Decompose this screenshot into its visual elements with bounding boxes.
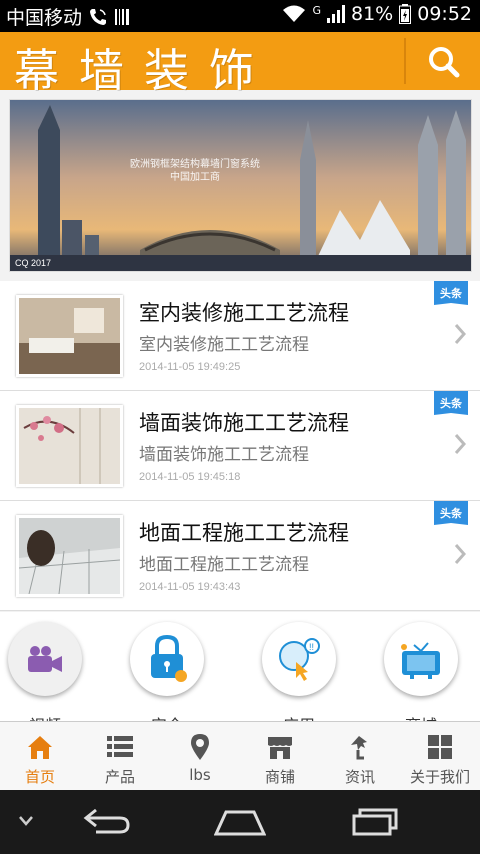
status-bar: 中国移动 G 81% 09:52 [0, 0, 480, 32]
news-thumbnail [16, 295, 123, 377]
chevron-down-icon[interactable] [18, 815, 34, 827]
lock-icon [151, 634, 187, 682]
skyline-image: CQ 2017 [10, 100, 471, 271]
quick-link-apps[interactable]: !! [262, 622, 336, 696]
banner-caption: 欧洲钢框架结构幕墙门窗系统 中国加工商 [130, 159, 260, 183]
network-type: G [312, 3, 321, 17]
header-divider [404, 38, 406, 84]
news-subtitle: 室内装修施工工艺流程 [139, 335, 309, 355]
signal-icon [327, 5, 345, 23]
store-icon [268, 737, 292, 759]
news-subtitle: 墙面装饰施工工艺流程 [139, 445, 309, 465]
quick-link-video[interactable] [8, 622, 82, 696]
news-thumbnail [16, 515, 123, 597]
battery-percent: 81% [351, 3, 394, 25]
barcode-icon [115, 8, 130, 25]
back-icon[interactable] [82, 806, 132, 836]
news-item[interactable]: 墙面装饰施工工艺流程 墙面装饰施工工艺流程 2014-11-05 19:45:1… [0, 391, 480, 501]
chevron-right-icon [454, 544, 466, 564]
mouse-icon: !! [279, 638, 320, 681]
grid-icon [428, 735, 452, 759]
news-list: 室内装修施工工艺流程 室内装修施工工艺流程 2014-11-05 19:49:2… [0, 281, 480, 611]
search-icon [429, 47, 460, 78]
news-title: 墙面装饰施工工艺流程 [139, 411, 349, 435]
tv-icon [401, 642, 440, 679]
quick-links: 视频 安全 !! 应用 商城 [0, 612, 480, 722]
quick-link-security[interactable] [130, 622, 204, 696]
news-item[interactable]: 室内装修施工工艺流程 室内装修施工工艺流程 2014-11-05 19:49:2… [0, 281, 480, 391]
carrier-name: 中国移动 [6, 7, 83, 29]
chevron-right-icon [454, 434, 466, 454]
news-item[interactable]: 地面工程施工工艺流程 地面工程施工工艺流程 2014-11-05 19:43:4… [0, 501, 480, 611]
news-icon [351, 736, 367, 760]
news-timestamp: 2014-11-05 19:43:43 [139, 581, 241, 593]
svg-text:CQ 2017: CQ 2017 [15, 258, 51, 268]
wifi-icon [283, 5, 306, 22]
news-subtitle: 地面工程施工工艺流程 [139, 555, 309, 575]
home-icon [28, 736, 52, 759]
tab-news[interactable]: 资讯 [320, 722, 400, 791]
system-nav-bar [0, 790, 480, 854]
search-button[interactable] [420, 40, 468, 84]
news-thumbnail [16, 405, 123, 487]
location-pin-icon [191, 734, 209, 760]
news-timestamp: 2014-11-05 19:45:18 [139, 471, 241, 483]
list-icon [107, 736, 133, 757]
phone-call-icon [90, 8, 107, 25]
app-title: 幕墙装饰 [14, 44, 275, 97]
bottom-tab-bar: 首页 产品 lbs 商铺 资讯 关于我们 [0, 721, 480, 790]
tab-stores[interactable]: 商铺 [240, 722, 320, 791]
tab-lbs[interactable]: lbs [160, 722, 240, 791]
hero-banner[interactable]: CQ 2017 欧洲钢框架结构幕墙门窗系统 中国加工商 [9, 99, 472, 272]
news-timestamp: 2014-11-05 19:49:25 [139, 361, 241, 373]
headline-badge: 头条 [434, 391, 468, 421]
app-header: 幕墙装饰 [0, 32, 480, 97]
quick-link-shop[interactable] [384, 622, 458, 696]
home-nav-icon[interactable] [214, 808, 266, 836]
svg-text:!!: !! [309, 642, 314, 652]
battery-icon [399, 4, 412, 24]
tab-home[interactable]: 首页 [0, 722, 80, 791]
clock: 09:52 [417, 3, 472, 25]
headline-badge: 头条 [434, 501, 468, 531]
chevron-right-icon [454, 324, 466, 344]
tab-about[interactable]: 关于我们 [400, 722, 480, 791]
news-title: 室内装修施工工艺流程 [139, 301, 349, 325]
tab-products[interactable]: 产品 [80, 722, 160, 791]
news-title: 地面工程施工工艺流程 [139, 521, 349, 545]
video-camera-icon [28, 646, 62, 672]
recent-apps-icon[interactable] [350, 806, 400, 836]
headline-badge: 头条 [434, 281, 468, 311]
